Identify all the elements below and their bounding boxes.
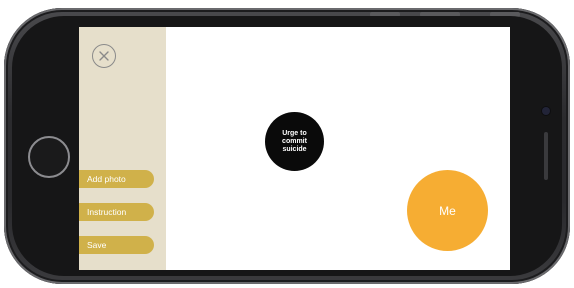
app-screen: Add photo Instruction Save Urge to commi… bbox=[79, 27, 510, 270]
front-camera bbox=[542, 107, 550, 115]
urge-node-label: Urge to commit suicide bbox=[282, 129, 307, 153]
me-node[interactable]: Me bbox=[407, 170, 488, 251]
sidebar: Add photo Instruction Save bbox=[79, 27, 166, 270]
instruction-button[interactable]: Instruction bbox=[79, 203, 154, 221]
home-button[interactable] bbox=[28, 136, 70, 178]
stage: Add photo Instruction Save Urge to commi… bbox=[0, 0, 574, 288]
close-icon bbox=[98, 50, 110, 62]
close-button[interactable] bbox=[92, 44, 116, 68]
add-photo-button[interactable]: Add photo bbox=[79, 170, 154, 188]
urge-node[interactable]: Urge to commit suicide bbox=[265, 112, 324, 171]
save-button[interactable]: Save bbox=[79, 236, 154, 254]
me-node-label: Me bbox=[439, 203, 456, 218]
earpiece-speaker bbox=[544, 132, 548, 180]
